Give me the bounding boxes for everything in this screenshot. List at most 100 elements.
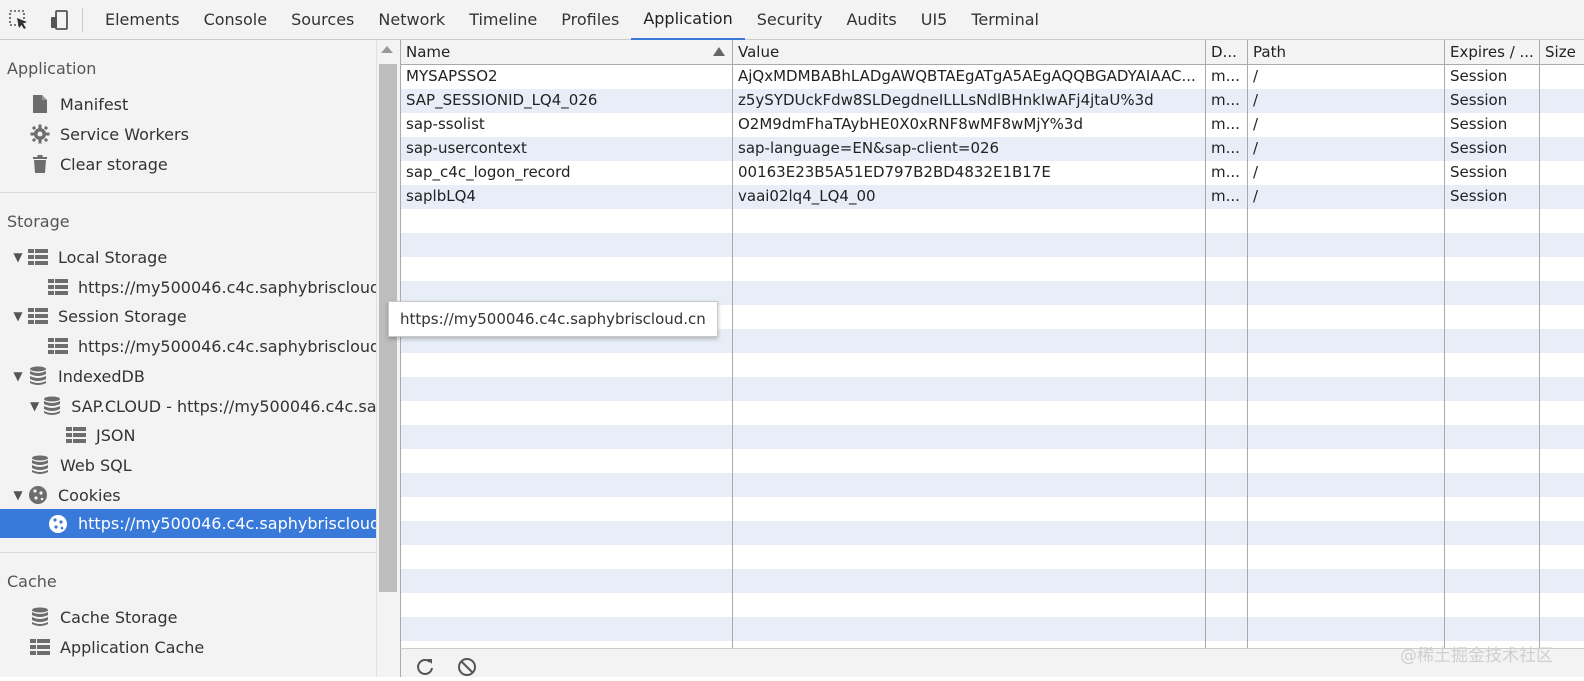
sidebar-item-clear-storage[interactable]: Clear storage bbox=[0, 150, 376, 178]
sidebar-item-cookies[interactable]: ▼ Cookies bbox=[0, 481, 376, 509]
column-header-path[interactable]: Path bbox=[1248, 40, 1444, 64]
cell-name: sap-usercontext bbox=[406, 139, 527, 157]
sidebar-item-indexeddb-database[interactable]: ▼ SAP.CLOUD - https://my500046.c4c.saphy… bbox=[0, 392, 376, 420]
sidebar-item-session-storage-origin[interactable]: https://my500046.c4c.saphybriscloud.cn bbox=[0, 332, 376, 360]
column-divider[interactable] bbox=[1247, 40, 1248, 648]
table-row[interactable]: SAP_SESSIONID_LQ4_026 z5ySYDUckFdw8SLDeg… bbox=[401, 89, 1584, 113]
cell-name: sap-ssolist bbox=[406, 115, 485, 133]
sidebar-divider bbox=[0, 552, 376, 553]
expand-triangle-icon[interactable]: ▼ bbox=[12, 369, 24, 383]
hover-tooltip: https://my500046.c4c.saphybriscloud.cn bbox=[388, 301, 718, 337]
expand-triangle-icon[interactable]: ▼ bbox=[12, 488, 24, 502]
expand-triangle-icon[interactable]: ▼ bbox=[30, 399, 39, 413]
sidebar-item-label: SAP.CLOUD - https://my500046.c4c.saphybr… bbox=[71, 396, 376, 416]
tab-terminal[interactable]: Terminal bbox=[959, 0, 1051, 40]
grid-icon bbox=[30, 637, 50, 657]
column-divider[interactable] bbox=[1205, 40, 1206, 648]
column-header-value[interactable]: Value bbox=[733, 40, 1205, 64]
cell-path: / bbox=[1253, 163, 1259, 181]
inspect-element-icon[interactable] bbox=[4, 5, 34, 35]
sidebar-item-manifest[interactable]: Manifest bbox=[0, 90, 376, 118]
sidebar-item-label: Clear storage bbox=[60, 154, 168, 174]
column-divider[interactable] bbox=[732, 40, 733, 648]
database-icon bbox=[28, 366, 48, 386]
cell-expires: Session bbox=[1450, 91, 1508, 109]
table-row[interactable]: saplbLQ4 vaai02lq4_LQ4_00 m... / Session bbox=[401, 185, 1584, 209]
table-row[interactable]: sap-usercontext sap-language=EN&sap-clie… bbox=[401, 137, 1584, 161]
expand-triangle-icon[interactable]: ▼ bbox=[12, 309, 24, 323]
sidebar-item-service-workers[interactable]: Service Workers bbox=[0, 120, 376, 148]
empty-row bbox=[401, 593, 1584, 617]
sidebar-item-label: Application Cache bbox=[60, 637, 205, 657]
database-icon bbox=[43, 396, 61, 416]
sidebar-item-indexeddb[interactable]: ▼ IndexedDB bbox=[0, 362, 376, 390]
tab-security[interactable]: Security bbox=[745, 0, 835, 40]
cell-value: sap-language=EN&sap-client=026 bbox=[738, 139, 1000, 157]
sidebar-item-application-cache[interactable]: Application Cache bbox=[0, 633, 376, 661]
sort-ascending-icon bbox=[713, 47, 725, 56]
cell-path: / bbox=[1253, 115, 1259, 133]
cookie-icon bbox=[48, 514, 68, 534]
sidebar-divider bbox=[0, 192, 376, 193]
cell-value: vaai02lq4_LQ4_00 bbox=[738, 187, 876, 205]
table-header: Name Value D... Path Expires / ... Size bbox=[401, 40, 1584, 65]
tab-timeline[interactable]: Timeline bbox=[457, 0, 549, 40]
column-divider[interactable] bbox=[1444, 40, 1445, 648]
empty-row bbox=[401, 353, 1584, 377]
expand-triangle-icon[interactable]: ▼ bbox=[12, 250, 24, 264]
sidebar-item-label: https://my500046.c4c.saphybriscloud.cn bbox=[78, 336, 376, 356]
table-row[interactable]: sap-ssolist O2M9dmFhaTAybHE0X0xRNF8wMF8w… bbox=[401, 113, 1584, 137]
gear-icon bbox=[30, 124, 50, 144]
tab-profiles[interactable]: Profiles bbox=[549, 0, 631, 40]
empty-row bbox=[401, 257, 1584, 281]
cell-value: z5ySYDUckFdw8SLDegdneILLLsNdlBHnkIwAFj4j… bbox=[738, 91, 1154, 109]
sidebar-item-local-storage[interactable]: ▼ Local Storage bbox=[0, 243, 376, 271]
cell-path: / bbox=[1253, 187, 1259, 205]
empty-row bbox=[401, 617, 1584, 641]
cell-domain: m... bbox=[1211, 187, 1240, 205]
section-title-cache: Cache bbox=[7, 572, 57, 591]
scroll-up-arrow-icon[interactable] bbox=[381, 46, 393, 53]
sidebar-item-web-sql[interactable]: Web SQL bbox=[0, 451, 376, 479]
column-header-expires[interactable]: Expires / ... bbox=[1445, 40, 1539, 64]
table-row[interactable]: MYSAPSSO2 AjQxMDMBABhLADgAWQBTAEgATgA5AE… bbox=[401, 65, 1584, 89]
sidebar-scrollbar[interactable] bbox=[376, 40, 400, 677]
refresh-icon[interactable] bbox=[415, 657, 435, 677]
sidebar-item-label: https://my500046.c4c.saphybriscloud.cn bbox=[78, 514, 376, 533]
sidebar-item-label: JSON bbox=[96, 425, 136, 445]
table-row[interactable]: sap_c4c_logon_record 00163E23B5A51ED797B… bbox=[401, 161, 1584, 185]
cell-domain: m... bbox=[1211, 163, 1240, 181]
sidebar-item-label: Service Workers bbox=[60, 124, 189, 144]
clear-all-icon[interactable] bbox=[457, 657, 477, 677]
sidebar-item-session-storage[interactable]: ▼ Session Storage bbox=[0, 302, 376, 330]
cell-name: sap_c4c_logon_record bbox=[406, 163, 571, 181]
cell-value: O2M9dmFhaTAybHE0X0xRNF8wMF8wMjY%3d bbox=[738, 115, 1083, 133]
device-toolbar-icon[interactable] bbox=[44, 5, 74, 35]
watermark: @稀土掘金技术社区 bbox=[1400, 646, 1553, 666]
tab-application[interactable]: Application bbox=[631, 0, 745, 40]
devtools-toolbar: Elements Console Sources Network Timelin… bbox=[0, 0, 1584, 40]
sidebar-item-local-storage-origin[interactable]: https://my500046.c4c.saphybriscloud.cn bbox=[0, 273, 376, 301]
cell-domain: m... bbox=[1211, 115, 1240, 133]
grid-icon bbox=[28, 247, 48, 267]
cell-expires: Session bbox=[1450, 115, 1508, 133]
column-header-domain[interactable]: D... bbox=[1206, 40, 1247, 64]
tab-elements[interactable]: Elements bbox=[93, 0, 192, 40]
tab-sources[interactable]: Sources bbox=[279, 0, 366, 40]
grid-icon bbox=[28, 306, 48, 326]
sidebar-item-indexeddb-store[interactable]: JSON bbox=[0, 421, 376, 449]
column-header-name[interactable]: Name bbox=[401, 40, 732, 64]
grid-icon bbox=[48, 277, 68, 297]
tab-network[interactable]: Network bbox=[366, 0, 457, 40]
cell-domain: m... bbox=[1211, 139, 1240, 157]
section-title-application: Application bbox=[7, 59, 97, 78]
column-divider[interactable] bbox=[1539, 40, 1540, 648]
cell-path: / bbox=[1253, 139, 1259, 157]
cookie-icon bbox=[28, 485, 48, 505]
tab-console[interactable]: Console bbox=[192, 0, 280, 40]
tab-ui5[interactable]: UI5 bbox=[909, 0, 960, 40]
column-header-size[interactable]: Size bbox=[1540, 40, 1584, 64]
sidebar-item-cookies-origin[interactable]: https://my500046.c4c.saphybriscloud.cn bbox=[0, 509, 376, 538]
tab-audits[interactable]: Audits bbox=[834, 0, 908, 40]
sidebar-item-cache-storage[interactable]: Cache Storage bbox=[0, 603, 376, 631]
